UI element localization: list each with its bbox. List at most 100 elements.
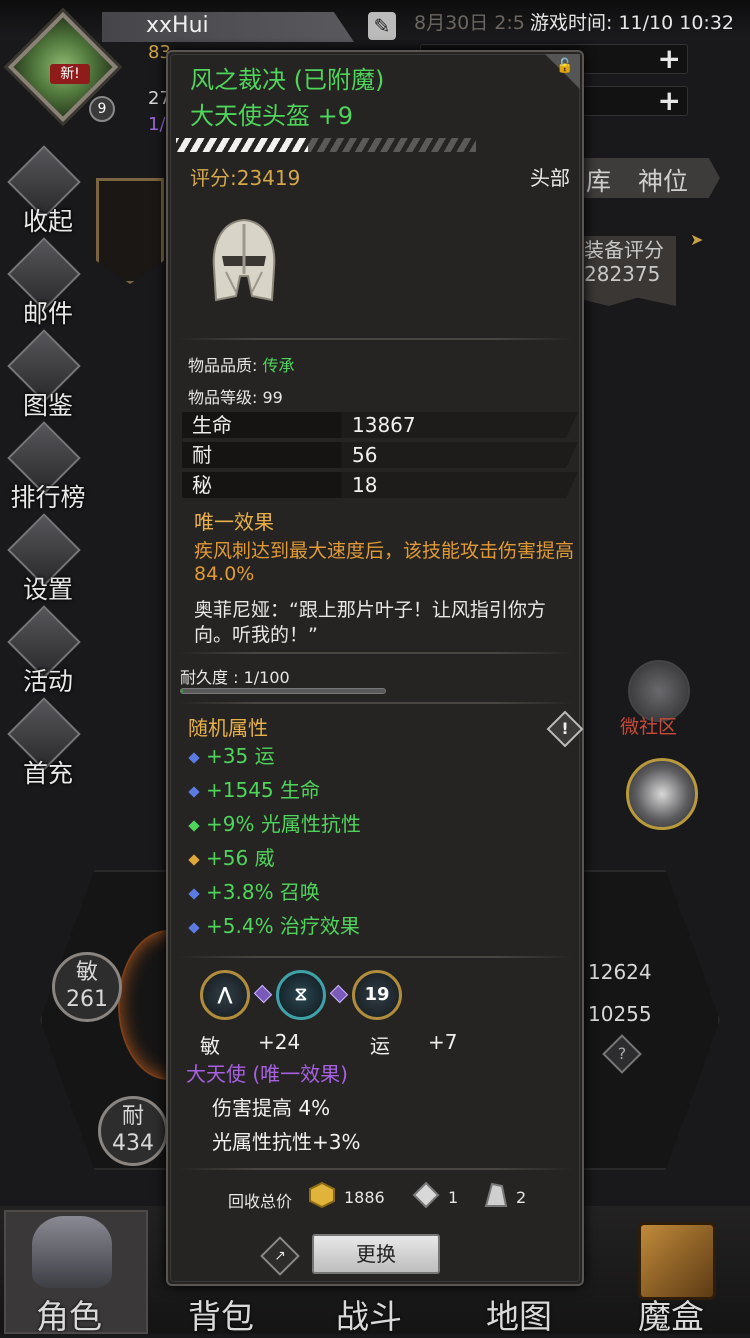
attr-gem-icon xyxy=(188,785,200,798)
recycle-label: 回收总价 xyxy=(228,1192,293,1211)
item-score: 评分:23419 xyxy=(190,166,301,190)
gem-socket[interactable]: ⧖ xyxy=(276,970,326,1020)
attr-text: +3.8% 召唤 xyxy=(206,880,320,904)
endurance-stat-circle: 耐 434 xyxy=(98,1096,168,1166)
item-level: 物品等级: 99 xyxy=(188,388,283,407)
random-attr: +35 运 xyxy=(188,740,275,769)
plus-icon[interactable]: + xyxy=(658,87,681,115)
stat-circle-label: 耐 xyxy=(121,1104,144,1129)
stat-value: 56 xyxy=(352,443,378,467)
attr-gem-icon xyxy=(188,751,200,764)
gem-label: +24 xyxy=(258,1030,301,1054)
side-menu-item[interactable]: 设置 xyxy=(0,513,96,610)
side-menu-label: 活动 xyxy=(22,667,73,696)
set-effect: 光属性抗性+3% xyxy=(212,1130,361,1154)
side-menu-item[interactable]: 收起 xyxy=(0,145,96,242)
nav-tab[interactable]: 魔盒 xyxy=(638,1290,704,1338)
side-menu-item[interactable]: 活动 xyxy=(0,605,96,702)
gem-glyph: ⧖ xyxy=(294,984,308,1005)
gem-glyph: ⋀ xyxy=(217,984,233,1005)
divider xyxy=(178,1168,574,1170)
recycle-gold-value: 1886 xyxy=(344,1188,385,1207)
right-tabs: 库 神位 xyxy=(580,158,720,198)
attr-text: +56 威 xyxy=(206,846,275,870)
nav-tab[interactable]: 背包 xyxy=(188,1290,254,1338)
magic-box-icon[interactable] xyxy=(638,1222,716,1300)
enchant-name: 风之裁决 (已附魔) xyxy=(190,66,385,94)
gem-label: 敏 xyxy=(200,1034,220,1058)
stat-value: 18 xyxy=(352,473,378,497)
equip-score-label: 装备评分 xyxy=(584,238,664,262)
stat-row: 生命 13867 xyxy=(182,412,578,438)
set-title: 大天使 (唯一效果) xyxy=(186,1058,348,1087)
item-name: 大天使头盔 +9 xyxy=(190,102,354,130)
material-crystal-icon xyxy=(412,1182,440,1208)
recycle-item2-value: 2 xyxy=(516,1188,527,1207)
stat-circle-value: 261 xyxy=(66,987,108,1012)
divider xyxy=(178,956,574,958)
side-menu-label: 排行榜 xyxy=(10,483,86,512)
divider xyxy=(178,652,574,654)
side-menu-item[interactable]: 邮件 xyxy=(0,237,96,334)
attr-text: +5.4% 治疗效果 xyxy=(206,914,360,938)
random-attr: +56 威 xyxy=(188,842,275,871)
community-label[interactable]: 微社区 xyxy=(620,712,677,739)
stat-circle-value: 434 xyxy=(112,1131,154,1156)
attr-gem-icon xyxy=(188,819,200,832)
helmet-icon xyxy=(212,218,276,302)
angel-emblem-icon[interactable] xyxy=(626,758,698,830)
edit-icon[interactable]: ✎ xyxy=(368,12,396,40)
side-menu-item[interactable]: 图鉴 xyxy=(0,329,96,426)
gem-socket[interactable]: 19 xyxy=(352,970,402,1020)
item-tooltip-panel: 🔓 风之裁决 (已附魔) 大天使头盔 +9 评分:23419 头部 物品品质: … xyxy=(166,50,584,1286)
tab-deity[interactable]: 神位 xyxy=(638,162,688,198)
character-helmet-icon[interactable] xyxy=(32,1216,112,1288)
attr-text: +9% 光属性抗性 xyxy=(206,812,361,836)
gem-label: +7 xyxy=(428,1030,458,1054)
attr-gem-icon xyxy=(188,921,200,934)
unique-effect-text: 疾风刺达到最大速度后，该技能攻击伤害提高 84.0% xyxy=(194,540,575,585)
stat-name: 耐 xyxy=(192,443,212,467)
set-name: 大天使 xyxy=(186,1062,246,1086)
attr-text: +35 运 xyxy=(206,744,275,768)
resource-value-3: 1/ xyxy=(148,114,166,135)
blurred-status-text: 8月30日 2:5 xyxy=(414,12,525,34)
set-effect: 伤害提高 4% xyxy=(212,1096,331,1120)
bg-stat-2: 10255 xyxy=(588,1002,652,1026)
unique-effect-title: 唯一效果 xyxy=(194,510,274,534)
stat-value: 13867 xyxy=(352,413,416,437)
stat-name: 秘 xyxy=(192,473,212,497)
recycle-item1-value: 1 xyxy=(448,1188,459,1207)
new-badge: 新! xyxy=(50,64,90,84)
side-menu-label: 首充 xyxy=(22,759,73,788)
stat-circle-label: 敏 xyxy=(75,960,98,985)
gem-socket[interactable]: ⋀ xyxy=(200,970,250,1020)
durability-label: 耐久度 : 1/100 xyxy=(180,668,290,687)
equip-score-value: 282375 xyxy=(584,262,661,286)
tab-storage[interactable]: 库 xyxy=(586,162,611,198)
arrow-icon: ➤ xyxy=(690,230,704,249)
random-attr: +9% 光属性抗性 xyxy=(188,808,361,837)
side-menu-item[interactable]: 排行榜 xyxy=(0,421,96,518)
side-menu-item[interactable]: 首充 xyxy=(0,697,96,794)
attr-gem-icon xyxy=(188,887,200,900)
lock-icon[interactable]: 🔓 xyxy=(556,58,573,74)
stat-name: 生命 xyxy=(192,413,232,437)
attr-text: +1545 生命 xyxy=(206,778,321,802)
set-suffix: (唯一效果) xyxy=(246,1062,348,1086)
change-button[interactable]: 更换 xyxy=(312,1234,440,1274)
nav-tab[interactable]: 地图 xyxy=(486,1290,552,1338)
side-menu-label: 图鉴 xyxy=(22,391,73,420)
gem-label: 运 xyxy=(370,1034,390,1058)
durability-fill xyxy=(181,689,184,693)
item-flavor-quote: 奥菲尼娅：“跟上那片叶子！让风指引你方向。听我的！” xyxy=(194,599,546,646)
plus-icon[interactable]: + xyxy=(658,45,681,73)
random-attr: +1545 生命 xyxy=(188,774,321,803)
player-name: xxHui xyxy=(146,13,209,38)
nav-tab[interactable]: 战斗 xyxy=(336,1290,402,1338)
item-slot: 头部 xyxy=(530,166,570,190)
player-avatar[interactable]: 新! 9 xyxy=(7,11,120,124)
side-menu-label: 收起 xyxy=(22,207,73,236)
game-time: 游戏时间: 11/10 10:32 xyxy=(530,12,734,34)
nav-tab[interactable]: 角色 xyxy=(36,1290,102,1338)
